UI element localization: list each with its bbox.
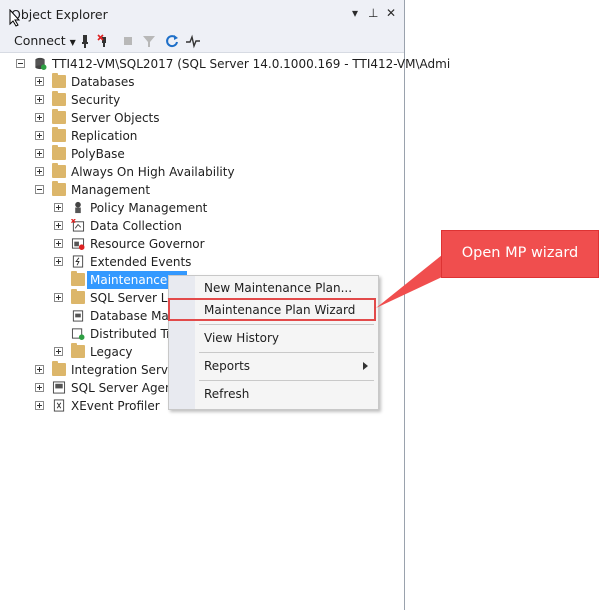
connect-button[interactable]: Connect ▼: [14, 33, 76, 48]
close-icon[interactable]: ✕: [386, 6, 396, 20]
menu-separator: [199, 352, 374, 353]
stop-icon[interactable]: [120, 33, 136, 49]
menu-item-reports[interactable]: Reports: [204, 356, 369, 376]
filter-icon[interactable]: [141, 33, 157, 49]
expand-toggle[interactable]: [54, 257, 63, 266]
distributed-transaction-icon: [71, 328, 85, 340]
expand-toggle[interactable]: [54, 239, 63, 248]
annotation-callout: Open MP wizard: [441, 230, 599, 278]
tree-label: Server Objects: [71, 111, 160, 125]
tree-label: Management: [71, 183, 151, 197]
folder-icon: [71, 343, 85, 358]
extended-events-icon: [72, 255, 84, 268]
tree-label: SQL Server Agent: [71, 381, 178, 395]
resource-governor-icon: [71, 238, 85, 250]
menu-separator: [199, 380, 374, 381]
folder-icon: [71, 271, 85, 286]
folder-icon: [52, 127, 66, 142]
window-position-dropdown-icon[interactable]: ▾: [352, 6, 358, 20]
tree-label: Legacy: [90, 345, 133, 359]
tree-label: Replication: [71, 129, 138, 143]
menu-gutter: [169, 276, 195, 409]
menu-item-view-history[interactable]: View History: [204, 328, 279, 348]
expand-toggle[interactable]: [54, 203, 63, 212]
tree-label: PolyBase: [71, 147, 125, 161]
menu-item-new-maintenance-plan[interactable]: New Maintenance Plan...: [204, 278, 352, 298]
menu-item-reports-label: Reports: [204, 359, 251, 373]
tree-label: Policy Management: [90, 201, 208, 215]
mouse-cursor-icon: [9, 9, 21, 27]
panel-title: Object Explorer: [11, 7, 108, 22]
folder-icon: [52, 145, 66, 160]
tree-label: Database Mail: [90, 309, 176, 323]
xevent-profiler-icon: [53, 399, 65, 412]
activity-monitor-icon[interactable]: [185, 33, 201, 49]
connect-icon[interactable]: [77, 33, 93, 49]
expand-toggle[interactable]: [35, 365, 44, 374]
folder-icon: [52, 361, 66, 376]
folder-icon: [71, 289, 85, 304]
menu-separator: [199, 324, 374, 325]
chevron-down-icon: ▼: [69, 38, 76, 47]
collapse-toggle[interactable]: [16, 59, 25, 68]
tree-label: Distributed Tra: [90, 327, 179, 341]
folder-icon: [52, 73, 66, 88]
tree-label: Resource Governor: [90, 237, 205, 251]
disconnect-icon[interactable]: [96, 33, 112, 49]
server-icon: [35, 57, 47, 70]
refresh-icon[interactable]: [164, 33, 180, 49]
context-menu: New Maintenance Plan... Maintenance Plan…: [168, 275, 379, 410]
wizard-highlight-box: [168, 298, 376, 321]
tree-label: Databases: [71, 75, 135, 89]
expand-toggle[interactable]: [54, 347, 63, 356]
explorer-toolbar: Connect ▼: [0, 30, 404, 53]
pin-icon[interactable]: ⊥: [368, 6, 378, 20]
expand-toggle[interactable]: [35, 95, 44, 104]
expand-toggle[interactable]: [35, 77, 44, 86]
tree-node-server[interactable]: TTI412-VM\SQL2017 (SQL Server 14.0.1000.…: [14, 55, 450, 73]
tree-label: Security: [71, 93, 121, 107]
tree-label: Data Collection: [90, 219, 182, 233]
collapse-toggle[interactable]: [35, 185, 44, 194]
expand-toggle[interactable]: [35, 113, 44, 122]
server-label: TTI412-VM\SQL2017 (SQL Server 14.0.1000.…: [52, 57, 451, 71]
folder-icon: [52, 91, 66, 106]
data-collection-icon: [71, 219, 85, 232]
expand-toggle[interactable]: [35, 149, 44, 158]
expand-toggle[interactable]: [35, 383, 44, 392]
panel-titlebar: Object Explorer ▾ ⊥ ✕: [0, 0, 404, 30]
callout-pointer: [376, 255, 442, 308]
tree-label: Always On High Availability: [71, 165, 235, 179]
tree-label: XEvent Profiler: [71, 399, 160, 413]
expand-toggle[interactable]: [54, 221, 63, 230]
tree-label: Extended Events: [90, 255, 192, 269]
menu-item-refresh[interactable]: Refresh: [204, 384, 249, 404]
expand-toggle[interactable]: [35, 401, 44, 410]
folder-icon: [52, 109, 66, 124]
sql-agent-icon: [52, 381, 66, 394]
folder-icon: [52, 181, 66, 196]
database-mail-icon: [72, 310, 84, 322]
expand-toggle[interactable]: [35, 167, 44, 176]
connect-label: Connect: [14, 33, 66, 48]
policy-icon: [75, 201, 81, 214]
submenu-arrow-icon: [363, 362, 368, 370]
expand-toggle[interactable]: [54, 293, 63, 302]
expand-toggle[interactable]: [35, 131, 44, 140]
folder-icon: [52, 163, 66, 178]
